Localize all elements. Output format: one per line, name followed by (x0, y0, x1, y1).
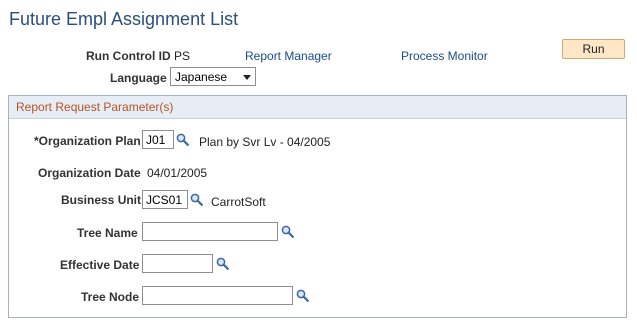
organization-plan-description: Plan by Svr Lv - 04/2005 (199, 135, 331, 149)
magnifier-lookup-icon[interactable] (216, 257, 229, 270)
magnifier-lookup-icon[interactable] (296, 289, 309, 302)
run-button[interactable]: Run (562, 39, 625, 59)
tree-node-input[interactable] (142, 286, 293, 305)
organization-date-label: Organization Date (38, 166, 141, 180)
tree-node-label: Tree Node (81, 290, 140, 304)
language-label: Language (110, 71, 167, 85)
magnifier-lookup-icon[interactable] (176, 133, 189, 146)
run-control-value: PS (174, 49, 191, 63)
business-unit-label: Business Unit (61, 193, 142, 207)
report-manager-link[interactable]: Report Manager (245, 49, 332, 63)
report-parameters-title: Report Request Parameter(s) (16, 100, 174, 114)
organization-plan-input[interactable]: J01 (142, 130, 174, 149)
magnifier-lookup-icon[interactable] (281, 225, 294, 238)
business-unit-description: CarrotSoft (211, 195, 266, 209)
run-control-label: Run Control ID (86, 49, 171, 63)
organization-plan-value: J01 (146, 133, 166, 147)
effective-date-label: Effective Date (60, 258, 140, 272)
business-unit-input[interactable]: JCS01 (142, 190, 188, 209)
tree-name-label: Tree Name (77, 226, 138, 240)
language-selected-value: Japanese (175, 70, 228, 84)
process-monitor-link[interactable]: Process Monitor (401, 49, 488, 63)
chevron-down-icon[interactable] (243, 75, 251, 80)
magnifier-lookup-icon[interactable] (190, 193, 203, 206)
effective-date-input[interactable] (142, 254, 213, 273)
tree-name-input[interactable] (142, 222, 278, 241)
language-select[interactable]: Japanese (170, 67, 256, 86)
organization-plan-label: *Organization Plan (34, 134, 141, 148)
page-title: Future Empl Assignment List (9, 9, 239, 29)
organization-date-value: 04/01/2005 (147, 166, 208, 180)
business-unit-value: JCS01 (146, 193, 183, 207)
